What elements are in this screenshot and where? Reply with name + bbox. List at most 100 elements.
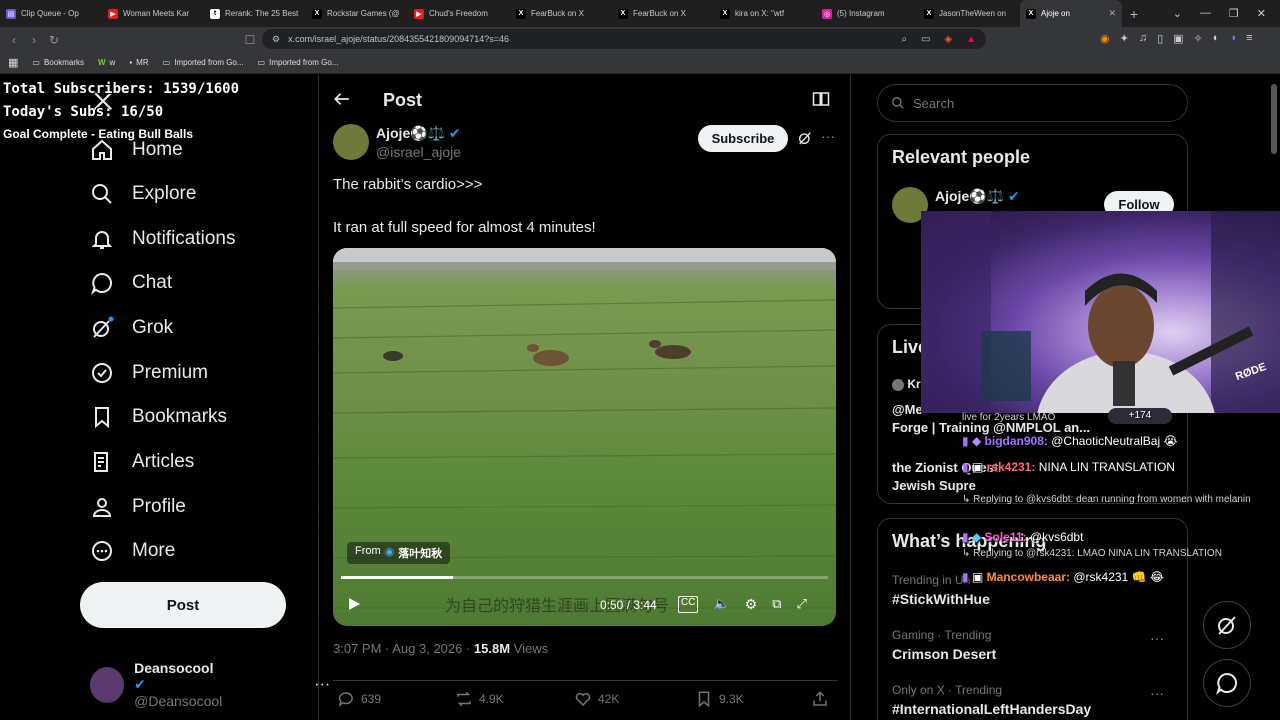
brave-shield-icon[interactable]: ◈ <box>944 34 952 45</box>
post-timestamp[interactable]: 3:07 PM · Aug 3, 2026 · <box>333 641 474 656</box>
brave-rewards-icon[interactable]: ▲ <box>966 34 976 45</box>
minimize-icon[interactable]: — <box>1200 7 1211 20</box>
reply-button[interactable]: 639 <box>337 690 381 708</box>
address-bar[interactable]: ⚙ x.com/israel_ajoje/status/208435542180… <box>262 29 986 49</box>
site-info-icon[interactable]: ⚙ <box>272 34 280 45</box>
bookmark-imported-1[interactable]: ▭ Imported from Go... <box>163 58 244 67</box>
cast-icon[interactable]: ▭ <box>921 34 930 45</box>
more-options-icon[interactable]: ··· <box>821 128 835 144</box>
maximize-icon[interactable]: ❐ <box>1229 7 1239 20</box>
verified-icon: ✔ <box>134 676 146 692</box>
bookmark-mr[interactable]: ▪ MR <box>129 58 148 67</box>
sidebar-icon[interactable]: ▯ <box>1157 32 1163 45</box>
bookmark-button[interactable]: 9.3K <box>695 690 744 708</box>
twitch-icon: ▮ <box>962 570 969 584</box>
post-button[interactable]: Post <box>80 582 286 628</box>
tab-search-icon[interactable]: ⌄ <box>1173 7 1182 20</box>
tab-favicon-icon: ◎ <box>822 8 832 19</box>
tab-favicon-icon: X <box>720 8 730 19</box>
bookmark-w[interactable]: Ww <box>98 58 115 67</box>
nav-notifications[interactable]: Notifications <box>90 224 236 254</box>
vpn-icon[interactable]: ◐ <box>1213 32 1220 45</box>
trend-item[interactable]: Gaming · Trending Crimson Desert ··· <box>892 628 1164 662</box>
browser-tab[interactable]: ◎ (5) Instagram <box>816 0 918 27</box>
subscribe-button[interactable]: Subscribe <box>698 125 788 152</box>
browser-tab[interactable]: X JasonTheWeen on <box>918 0 1020 27</box>
account-switcher[interactable]: Deansocool ✔ @Deansocool ··· <box>90 660 330 709</box>
extension-icon[interactable]: ◉ <box>1100 32 1110 45</box>
browser-tab[interactable]: X FearBuck on X <box>510 0 612 27</box>
profile-icon[interactable]: ◑ <box>1229 32 1236 45</box>
bookmark-count: 9.3K <box>719 692 744 706</box>
browser-tab[interactable]: t Rerank: The 25 Best <box>204 0 306 27</box>
bookmark-imported-2[interactable]: ▭ Imported from Go... <box>258 58 339 67</box>
author-name-row[interactable]: Ajoje⚽⚖️ ✔ <box>376 125 461 142</box>
browser-tab[interactable]: Xkira on X: "wtf <box>714 0 816 27</box>
zoom-icon[interactable]: ⌕ <box>901 34 907 45</box>
browser-tab[interactable]: ▶ Chud's Freedom <box>408 0 510 27</box>
browser-tab[interactable]: X FearBuck on X <box>612 0 714 27</box>
browser-tab[interactable]: X Rockstar Games (@ <box>306 0 408 27</box>
browser-tab[interactable]: X Ajoje on ✕ <box>1020 0 1122 27</box>
repost-button[interactable]: 4.9K <box>455 690 504 708</box>
close-window-icon[interactable]: ✕ <box>1257 7 1266 20</box>
volume-icon[interactable]: 🔈 <box>713 596 729 613</box>
new-tab-icon[interactable]: + <box>1122 6 1146 22</box>
chat-bubble-icon <box>91 272 112 295</box>
fullscreen-icon[interactable]: ⤢ <box>797 596 807 613</box>
tab-favicon-icon: ▶ <box>108 8 118 19</box>
puzzle-icon[interactable]: ✦ <box>1120 32 1129 45</box>
bookmark-folder[interactable]: ▭ Bookmarks <box>32 58 84 67</box>
share-button[interactable] <box>811 690 829 708</box>
nav-more[interactable]: More <box>90 536 175 566</box>
live-host-row[interactable]: Kr <box>892 377 921 391</box>
chat-line: ▮ ◆ bigdan908: @ChaoticNeutralBaj 😭 <box>962 434 1178 448</box>
grok-fab[interactable] <box>1203 601 1251 649</box>
trend-more-icon[interactable]: ··· <box>1150 630 1164 646</box>
browser-tab[interactable]: ▶ Woman Meets Kar <box>102 0 204 27</box>
back-nav-icon[interactable]: ‹ <box>4 33 24 47</box>
author-handle[interactable]: @israel_ajoje <box>376 144 461 160</box>
tab-close-icon[interactable]: ✕ <box>1108 8 1116 19</box>
nav-grok[interactable]: Grok <box>90 313 173 343</box>
trend-name: Crimson Desert <box>892 646 997 662</box>
wallet-icon[interactable]: ▣ <box>1173 32 1183 45</box>
tab-label: JasonTheWeen on <box>939 9 1007 18</box>
grok-icon[interactable] <box>797 130 813 146</box>
menu-icon[interactable]: ≡ <box>1246 32 1252 45</box>
like-button[interactable]: 42K <box>574 690 619 708</box>
scrollbar[interactable] <box>1271 84 1277 154</box>
search-box[interactable]: Search <box>877 84 1188 122</box>
chat-username: Sole11: <box>984 530 1027 544</box>
music-icon[interactable]: ♫ <box>1139 32 1147 45</box>
trend-item[interactable]: Only on X · Trending #InternationalLeftH… <box>892 683 1164 717</box>
messages-fab[interactable] <box>1203 659 1251 707</box>
post-header: Post <box>319 84 852 116</box>
relevant-people-title: Relevant people <box>892 147 1031 167</box>
leo-icon[interactable]: ✧ <box>1194 32 1203 45</box>
video-player[interactable]: From ◉ 落叶知秋 为自己的狩猎生涯画上圆满句号 0:50 / 3:44 C… <box>333 248 836 626</box>
reader-mode-icon[interactable] <box>812 91 830 107</box>
nav-explore[interactable]: Explore <box>90 179 196 209</box>
captions-icon[interactable]: CC <box>678 596 699 613</box>
nav-bookmarks[interactable]: Bookmarks <box>90 402 227 432</box>
chat-line: ▮ ◆ Sole11: @kvs6dbt <box>962 530 1083 544</box>
video-progress-bar[interactable] <box>341 576 828 579</box>
play-icon[interactable] <box>347 597 361 611</box>
apps-icon[interactable]: ▦ <box>8 56 18 69</box>
relevant-person-name-row[interactable]: Ajoje⚽⚖️ ✔ <box>935 188 1020 205</box>
settings-gear-icon[interactable]: ⚙ <box>745 596 758 613</box>
forward-nav-icon[interactable]: › <box>24 33 44 47</box>
author-avatar[interactable] <box>333 124 369 160</box>
reload-icon[interactable]: ↻ <box>44 33 64 47</box>
browser-tab[interactable]: ▤ Clip Queue - Op <box>0 0 102 27</box>
picture-in-picture-icon[interactable]: ⧉ <box>772 596 781 613</box>
trend-more-icon[interactable]: ··· <box>1150 685 1164 701</box>
nav-articles[interactable]: Articles <box>90 447 194 477</box>
back-arrow-icon[interactable] <box>333 90 351 108</box>
nav-chat[interactable]: Chat <box>90 268 172 298</box>
bookmark-star-icon[interactable]: ☐ <box>240 33 260 47</box>
nav-profile[interactable]: Profile <box>90 492 186 522</box>
nav-premium[interactable]: Premium <box>90 358 208 388</box>
chat-message: @ChaoticNeutralBaj 😭 <box>1051 434 1178 448</box>
